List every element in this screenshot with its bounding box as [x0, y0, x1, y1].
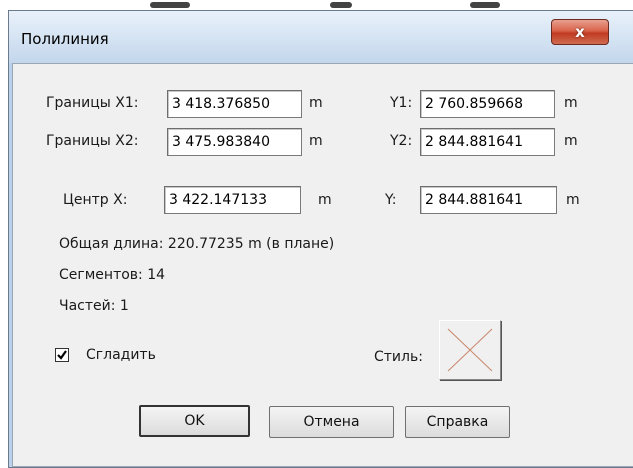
style-label: Стиль:: [374, 349, 423, 365]
cross-line-style-icon: [447, 328, 493, 372]
background-mark: [470, 2, 500, 8]
center-x-field[interactable]: 3 422.147133: [164, 186, 301, 214]
bounds-y1-unit: m: [564, 95, 578, 111]
dialog-content: Границы X1: 3 418.376850 m Y1: 2 760.859…: [12, 63, 633, 467]
ok-button[interactable]: OK: [139, 405, 250, 437]
bounds-x1-field[interactable]: 3 418.376850: [167, 90, 302, 118]
background-mark: [150, 2, 190, 8]
total-length-text: Общая длина: 220.77235 m (в плане): [59, 236, 335, 252]
bounds-y2-label: Y2:: [390, 133, 413, 149]
bounds-x2-label: Границы X2:: [46, 133, 139, 149]
bounds-x2-field[interactable]: 3 475.983840: [167, 128, 302, 156]
dialog-title: Полилиния: [21, 30, 109, 48]
title-bar[interactable]: Полилиния x: [9, 11, 633, 63]
smooth-label: Сгладить: [86, 347, 156, 363]
bounds-x1-unit: m: [309, 95, 323, 111]
style-button[interactable]: [439, 320, 501, 380]
polyline-dialog: Полилиния x Границы X1: 3 418.376850 m Y…: [8, 10, 633, 468]
bounds-y1-label: Y1:: [390, 95, 413, 111]
bounds-y2-field[interactable]: 2 844.881641: [420, 128, 555, 156]
bounds-x2-unit: m: [309, 133, 323, 149]
center-y-unit: m: [566, 192, 580, 208]
smooth-checkbox[interactable]: [55, 348, 69, 362]
center-x-unit: m: [318, 192, 332, 208]
bounds-y2-unit: m: [564, 133, 578, 149]
parts-text: Частей: 1: [59, 298, 129, 314]
cancel-button[interactable]: Отмена: [269, 406, 394, 438]
segments-text: Сегментов: 14: [59, 267, 166, 283]
bounds-y1-field[interactable]: 2 760.859668: [420, 90, 555, 118]
close-button[interactable]: x: [551, 19, 609, 45]
center-y-field[interactable]: 2 844.881641: [420, 186, 557, 214]
close-icon: x: [575, 23, 585, 41]
center-x-label: Центр X:: [63, 192, 128, 208]
help-button[interactable]: Справка: [405, 406, 510, 438]
bounds-x1-label: Границы X1:: [46, 95, 139, 111]
center-y-label: Y:: [385, 192, 397, 208]
background-mark: [330, 2, 352, 8]
checkmark-icon: [57, 350, 67, 360]
